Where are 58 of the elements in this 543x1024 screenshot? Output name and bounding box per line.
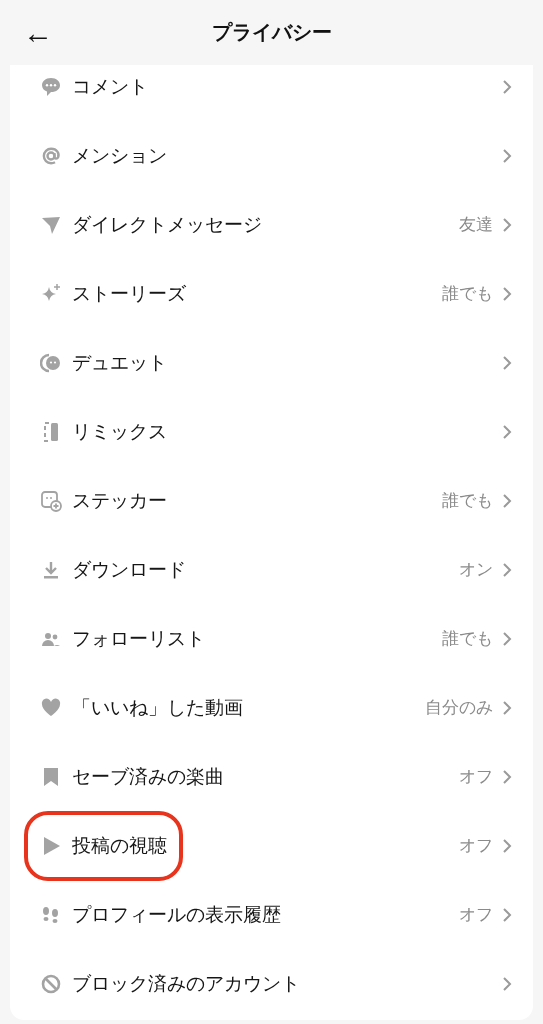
setting-value: オフ [459, 834, 493, 857]
setting-label: ストーリーズ [72, 280, 186, 306]
chevron-icon [501, 146, 513, 165]
setting-value: オフ [459, 765, 493, 788]
setting-value: 誰でも [442, 282, 493, 305]
settings-row[interactable]: 「いいね」した動画 自分のみ [10, 673, 533, 742]
setting-label: デュエット [72, 349, 167, 375]
settings-row[interactable]: セーブ済みの楽曲 オフ [10, 742, 533, 811]
setting-label: コメント [72, 73, 148, 99]
chevron-icon [501, 77, 513, 96]
chevron-icon [501, 836, 513, 855]
chevron-icon [501, 491, 513, 510]
settings-row[interactable]: リミックス [10, 397, 533, 466]
chevron-icon [501, 284, 513, 303]
page-title: プライバシー [211, 19, 332, 46]
setting-label: ステッカー [72, 487, 167, 513]
settings-row[interactable]: ブロック済みのアカウント [10, 949, 533, 1018]
block-icon [40, 972, 62, 995]
back-button[interactable]: ← [22, 17, 54, 48]
settings-row[interactable]: フォローリスト 誰でも [10, 604, 533, 673]
setting-label: メンション [72, 142, 167, 168]
setting-value: 友達 [459, 213, 493, 236]
settings-row[interactable]: ストーリーズ 誰でも [10, 259, 533, 328]
settings-row[interactable]: メンション [10, 121, 533, 190]
setting-label: 投稿の視聴 [72, 832, 167, 858]
settings-row[interactable]: ダウンロード オン [10, 535, 533, 604]
sticker-icon [40, 489, 62, 512]
chevron-icon [501, 974, 513, 993]
settings-row[interactable]: プロフィールの表示履歴 オフ [10, 880, 533, 949]
chevron-icon [501, 629, 513, 648]
setting-value: オフ [459, 903, 493, 926]
setting-label: プロフィールの表示履歴 [72, 901, 281, 927]
setting-label: フォローリスト [72, 625, 205, 651]
setting-label: セーブ済みの楽曲 [72, 763, 224, 789]
heart-icon [40, 696, 62, 719]
settings-row[interactable]: コメント [10, 65, 533, 121]
duet-icon [40, 351, 62, 374]
chevron-icon [501, 215, 513, 234]
speech-bubble-icon [40, 75, 62, 98]
chevron-icon [501, 422, 513, 441]
setting-label: リミックス [72, 418, 167, 444]
chevron-icon [501, 698, 513, 717]
setting-label: ブロック済みのアカウント [72, 970, 300, 996]
setting-value: 誰でも [442, 627, 493, 650]
setting-value: オン [459, 558, 493, 581]
setting-value: 誰でも [442, 489, 493, 512]
setting-label: ダイレクトメッセージ [72, 211, 262, 237]
chevron-icon [501, 560, 513, 579]
chevron-icon [501, 905, 513, 924]
settings-row[interactable]: 投稿の視聴 オフ [10, 811, 533, 880]
setting-label: 「いいね」した動画 [72, 694, 243, 720]
settings-row[interactable]: ダイレクトメッセージ 友達 [10, 190, 533, 259]
setting-label: ダウンロード [72, 556, 186, 582]
chevron-icon [501, 353, 513, 372]
setting-value: 自分のみ [425, 696, 493, 719]
settings-row[interactable]: ステッカー 誰でも [10, 466, 533, 535]
chevron-icon [501, 767, 513, 786]
settings-row[interactable]: デュエット [10, 328, 533, 397]
